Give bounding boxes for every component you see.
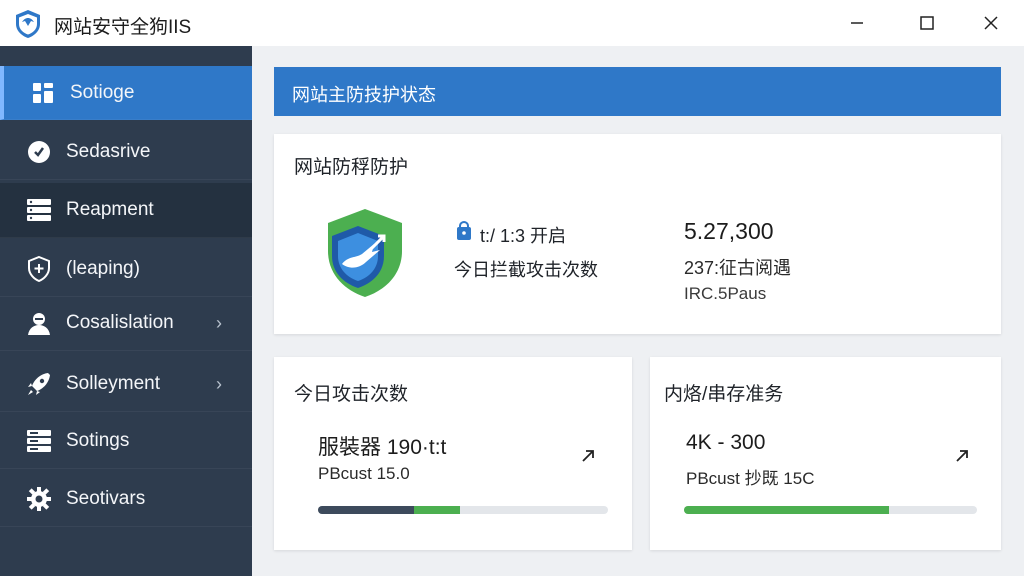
sidebar-item-label: Sotings xyxy=(66,430,130,451)
attack-progress-bar xyxy=(318,506,608,514)
protection-sub-text: 237:征古阅遇 xyxy=(684,258,792,278)
maximize-icon xyxy=(920,16,934,30)
sidebar-item-label: Sotioge xyxy=(70,81,135,103)
card-title: 网站防稃防护 xyxy=(294,157,409,178)
sidebar-item-label: Seotivars xyxy=(66,488,146,509)
protection-sub-text: IRC.5Paus xyxy=(684,284,767,303)
sidebar-item-label: Solleyment xyxy=(66,373,160,394)
title-bar: 网站安守全狗IIS xyxy=(0,0,1024,46)
maximize-button[interactable] xyxy=(904,6,950,40)
user-icon xyxy=(24,308,54,338)
arrow-up-right-icon[interactable] xyxy=(580,448,596,464)
attack-count-card: 今日攻击次数 服裝器 190·t:t PBcust 15.0 xyxy=(274,357,632,550)
shield-icon xyxy=(328,209,402,297)
chevron-right-icon: › xyxy=(216,312,222,333)
lock-icon xyxy=(457,221,471,240)
server-icon xyxy=(24,195,54,225)
protection-status: t:/ 1:3 开启 xyxy=(480,226,567,246)
card-title: 今日攻击次数 xyxy=(294,384,409,405)
status-banner: 网站主防技护状态 xyxy=(274,67,1001,116)
database-icon xyxy=(24,426,54,456)
main-content: 网站主防技护状态 网站防稃防护 t:/ 1:3 开启 今日拦截攻击次数 5.27… xyxy=(252,46,1024,576)
memory-progress-bar xyxy=(684,506,977,514)
app-logo-icon xyxy=(16,10,40,38)
sidebar-item-solleyment[interactable]: Solleyment › xyxy=(0,357,252,412)
attack-stat-value: 服裝器 190·t:t xyxy=(318,436,447,459)
gear-icon xyxy=(24,484,54,514)
close-button[interactable] xyxy=(968,6,1014,40)
memory-card: 内烙/串存准务 4K - 300 PBcust 抄既 15C xyxy=(650,357,1001,550)
progress-segment-green xyxy=(684,506,890,514)
intercept-label: 今日拦截攻击次数 xyxy=(454,260,598,280)
rocket-icon xyxy=(24,369,54,399)
progress-segment-dark xyxy=(318,506,414,514)
check-circle-icon xyxy=(24,137,54,167)
minimize-icon xyxy=(851,22,863,24)
sidebar-item-label: Reapment xyxy=(66,199,154,220)
sidebar-item-label: (leaping) xyxy=(66,258,140,279)
sidebar-item-reapment[interactable]: Reapment xyxy=(0,183,252,238)
attack-stat-sub: PBcust 15.0 xyxy=(318,464,410,483)
sidebar-item-sotioge[interactable]: Sotioge xyxy=(0,66,252,120)
sidebar-item-leaping[interactable]: (leaping) xyxy=(0,242,252,297)
protection-card: 网站防稃防护 t:/ 1:3 开启 今日拦截攻击次数 5.27,300 237:… xyxy=(274,134,1001,334)
memory-stat-value: 4K - 300 xyxy=(686,431,766,454)
sidebar-item-cosalislation[interactable]: Cosalislation › xyxy=(0,296,252,351)
sidebar-item-label: Cosalislation xyxy=(66,312,174,333)
memory-stat-sub: PBcust 抄既 15C xyxy=(686,469,815,488)
sidebar-item-sedasrive[interactable]: Sedasrive xyxy=(0,125,252,180)
close-icon xyxy=(984,16,998,30)
intercept-count: 5.27,300 xyxy=(684,218,774,244)
sidebar-item-label: Sedasrive xyxy=(66,141,151,162)
sidebar-item-sotings[interactable]: Sotings xyxy=(0,414,252,469)
app-title: 网站安守全狗IIS xyxy=(54,17,192,38)
minimize-button[interactable] xyxy=(834,6,880,40)
sidebar: Sotioge Sedasrive Reapment (leaping) Cos… xyxy=(0,46,252,576)
sidebar-item-seotivars[interactable]: Seotivars xyxy=(0,472,252,527)
shield-plus-icon xyxy=(24,254,54,284)
arrow-up-right-icon[interactable] xyxy=(954,448,970,464)
card-title: 内烙/串存准务 xyxy=(664,384,784,405)
dashboard-icon xyxy=(28,78,58,108)
chevron-right-icon: › xyxy=(216,373,222,394)
progress-segment-green xyxy=(413,506,461,514)
banner-title: 网站主防技护状态 xyxy=(292,85,436,105)
